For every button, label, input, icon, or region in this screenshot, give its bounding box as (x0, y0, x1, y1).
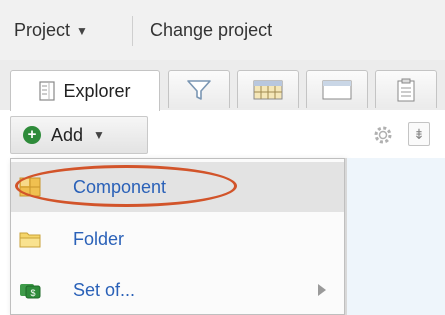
tab-explorer-label: Explorer (63, 80, 131, 101)
plus-circle-icon: + (23, 126, 41, 144)
top-bar: Project ▼ Change project (0, 0, 445, 60)
tab-bar: Explorer (0, 60, 445, 111)
tab-filter[interactable] (168, 70, 230, 108)
tab-clipboard[interactable] (375, 70, 437, 108)
content-panel (345, 158, 445, 315)
window-icon (322, 80, 352, 99)
toolbar: + Add ▼ ⇟ (0, 110, 445, 158)
submenu-arrow-icon (318, 284, 326, 296)
add-button-label: Add (51, 124, 84, 145)
add-button[interactable]: + Add ▼ (10, 116, 148, 154)
add-dropdown-menu: Component Folder $ Set of... (10, 158, 345, 315)
folder-icon (19, 232, 41, 248)
tab-grid[interactable] (237, 70, 299, 108)
explorer-icon (39, 81, 56, 101)
set-icon: $ (20, 284, 41, 299)
svg-text:$: $ (30, 288, 35, 298)
menu-item-label: Set of... (73, 279, 136, 300)
menu-item-component[interactable]: Component (11, 162, 344, 212)
gear-icon[interactable] (372, 124, 394, 146)
columns-icon[interactable]: ⇟ (408, 122, 430, 146)
menu-item-folder[interactable]: Folder (11, 214, 344, 264)
project-menu-label: Project (14, 20, 71, 40)
clipboard-icon (397, 78, 415, 101)
tab-explorer[interactable]: Explorer (10, 70, 160, 111)
menu-item-label: Folder (73, 228, 125, 249)
chevron-down-icon: ▼ (93, 128, 105, 142)
project-menu[interactable]: Project ▼ (14, 20, 88, 41)
tab-window[interactable] (306, 70, 368, 108)
highlight-ellipse (15, 165, 237, 207)
filter-icon (187, 79, 211, 100)
divider (132, 16, 133, 46)
chevron-down-icon: ▼ (76, 23, 88, 38)
grid-icon (253, 80, 283, 99)
change-project-link[interactable]: Change project (150, 20, 272, 41)
panel-edge (345, 158, 347, 315)
menu-item-set-of[interactable]: $ Set of... (11, 265, 344, 315)
